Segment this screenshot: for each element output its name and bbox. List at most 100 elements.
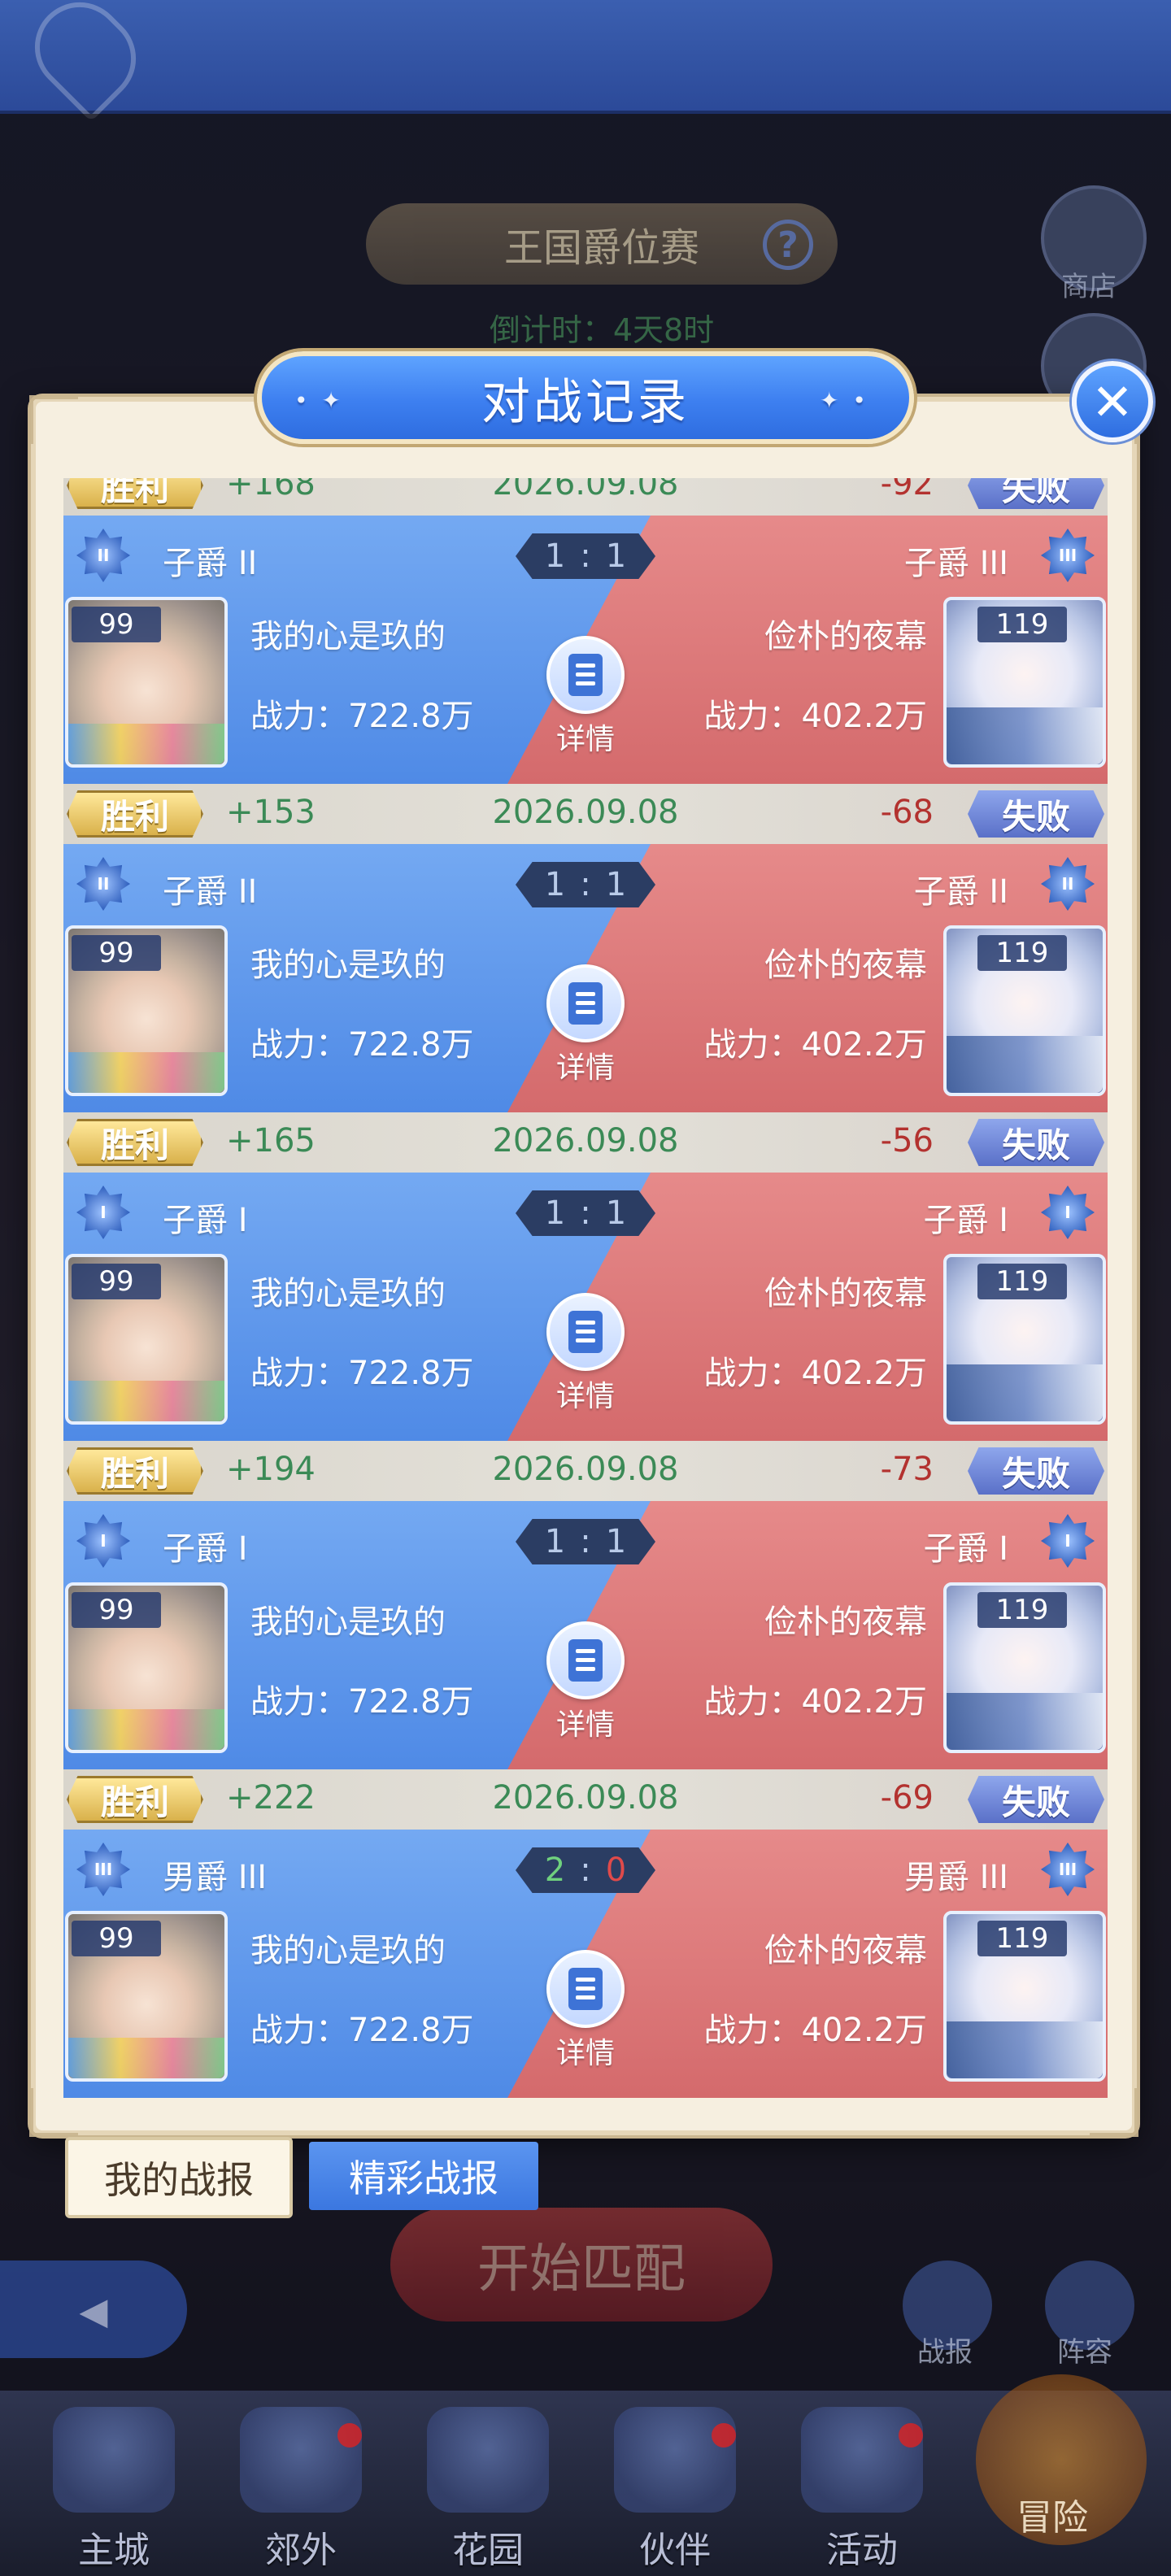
document-icon [546,1293,625,1371]
lose-badge: 失败 [968,1776,1104,1823]
result-bar: 胜利 +222 2026.09.08 -69 失败 [63,1769,1108,1830]
opponent-name: 俭朴的夜幕 [764,1932,927,1969]
opponent-rank: 子爵 I [923,1530,1008,1568]
score-loss: -68 [880,794,934,831]
player-name: 我的心是玖的 [250,1275,446,1312]
details-button[interactable]: 详情 [545,636,626,758]
lose-badge: 失败 [968,1447,1104,1495]
battle-record-list[interactable]: 胜利 +168 2026.09.08 -92 失败 II 子爵 II 1 : 1… [63,478,1108,2101]
notification-dot [899,2423,923,2448]
score-loss: -69 [880,1779,934,1817]
tab-highlight-reports[interactable]: 精彩战报 [309,2142,538,2210]
avatar-art [947,1693,1103,1750]
player-rank: 子爵 II [163,873,258,911]
opponent-rank: 子爵 I [923,1202,1008,1239]
details-label: 详情 [555,1380,615,1413]
nav-main-city[interactable]: 主城 [33,2407,195,2571]
adventure-label: 冒险 [1016,2497,1088,2539]
player-level: 99 [72,1921,161,1956]
rank-emblem-icon: II [76,529,130,582]
lose-badge: 失败 [968,790,1104,838]
match-date: 2026.09.08 [492,1779,679,1817]
opponent-rank: 子爵 II [913,873,1008,911]
heart-arrow-icon [16,0,155,122]
nav-label: 郊外 [265,2530,337,2571]
score-left: 1 [544,1523,566,1560]
heart-icon [427,2407,549,2513]
match-card: III 男爵 III 2 : 0 男爵 III III 99 我的心是玖的 战力… [63,1830,1108,2098]
partner-portrait-icon [614,2407,736,2513]
rank-emblem-icon: I [76,1514,130,1568]
details-label: 详情 [555,1708,615,1742]
opponent-level: 119 [977,1264,1067,1299]
avatar-art [947,1364,1103,1421]
rank-emblem-icon: I [76,1186,130,1239]
match-score: 2 : 0 [516,1847,655,1893]
rank-emblem-icon: II [76,857,130,911]
stage-title-text: 王国爵位赛 [503,225,699,271]
player-name: 我的心是玖的 [250,1603,446,1641]
modal-title-text: 对战记录 [481,373,690,431]
opponent-name: 俭朴的夜幕 [764,618,927,655]
opponent-level: 119 [977,1921,1067,1956]
rank-emblem-icon: I [1041,1186,1095,1239]
player-level: 99 [72,607,161,642]
details-button[interactable]: 详情 [545,1621,626,1743]
battle-report-label: 战报 [917,2336,973,2369]
nav-outskirts[interactable]: 郊外 [220,2407,382,2571]
details-label: 详情 [555,2037,615,2070]
result-bar: 胜利 +194 2026.09.08 -73 失败 [63,1441,1108,1501]
castle-icon [53,2407,175,2513]
details-label: 详情 [555,723,615,756]
match-date: 2026.09.08 [492,478,679,503]
player-rank: 子爵 I [163,1202,248,1239]
opponent-level: 119 [977,607,1067,642]
details-button[interactable]: 详情 [545,1950,626,2072]
gift-icon [801,2407,923,2513]
rank-emblem-icon: III [76,1843,130,1896]
corner-ornament [29,395,78,444]
nav-garden[interactable]: 花园 [407,2407,569,2571]
notification-dot [712,2423,736,2448]
avatar-art [947,707,1103,764]
details-button[interactable]: 详情 [545,1293,626,1415]
player-power: 战力：722.8万 [250,1355,474,1392]
opponent-power: 战力：402.2万 [703,2012,927,2049]
tab-my-reports[interactable]: 我的战报 [65,2137,293,2218]
start-match-button[interactable]: 开始匹配 [390,2208,773,2321]
match-score: 1 : 1 [516,862,655,907]
rank-emblem-icon: II [1041,857,1095,911]
nav-partners[interactable]: 伙伴 [594,2407,756,2571]
opponent-power: 战力：402.2万 [703,698,927,735]
nav-label: 伙伴 [639,2530,711,2571]
score-left: 2 [544,1852,566,1889]
notification-dot [337,2423,362,2448]
shop-label: 商店 [1061,271,1117,303]
avatar-art [947,1036,1103,1093]
match-card: I 子爵 I 1 : 1 子爵 I I 99 我的心是玖的 战力：722.8万 … [63,1173,1108,1441]
score-left: 1 [544,1194,566,1232]
score-separator: : [580,866,591,903]
player-level: 99 [72,1592,161,1628]
back-button[interactable]: ◂ [0,2261,187,2358]
help-icon[interactable]: ? [763,220,813,270]
player-name: 我的心是玖的 [250,618,446,655]
sparkle-icon: • ✦ [294,387,344,414]
score-left: 1 [544,537,566,575]
lineup-label: 阵容 [1057,2336,1112,2369]
match-score: 1 : 1 [516,1190,655,1236]
avatar-art [947,2021,1103,2078]
player-rank: 子爵 I [163,1530,248,1568]
result-bar: 胜利 +165 2026.09.08 -56 失败 [63,1112,1108,1173]
match-date: 2026.09.08 [492,1122,679,1160]
close-button[interactable]: ✕ [1072,361,1153,442]
nav-events[interactable]: 活动 [781,2407,943,2571]
score-separator: : [580,1852,591,1889]
document-icon [546,1621,625,1699]
modal-title: • ✦ 对战记录 ✦ • [257,351,914,444]
score-separator: : [580,537,591,575]
nav-label: 花园 [452,2530,524,2571]
player-rank: 男爵 III [163,1859,268,1896]
details-button[interactable]: 详情 [545,964,626,1086]
result-bar: 胜利 +153 2026.09.08 -68 失败 [63,784,1108,844]
